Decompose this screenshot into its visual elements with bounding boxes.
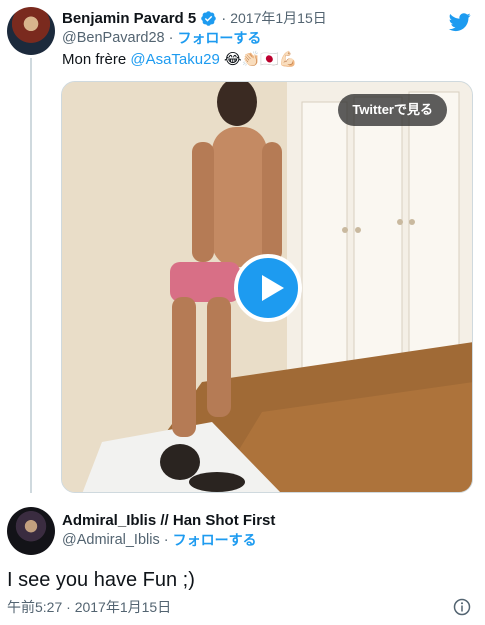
twitter-bird-icon[interactable] — [448, 11, 472, 33]
display-name[interactable]: Benjamin Pavard 5 — [62, 10, 196, 27]
reply-handle[interactable]: @Admiral_Iblis — [62, 532, 160, 548]
follow-button[interactable]: フォローする — [177, 28, 261, 48]
tweet-text: Mon frère — [62, 51, 131, 68]
tweet-timestamp[interactable]: 2017年1月15日 — [230, 8, 327, 28]
reply-avatar[interactable] — [7, 507, 55, 555]
video-media[interactable]: Twitterで見る — [61, 81, 473, 493]
tweet-header: Benjamin Pavard 5 · 2017年1月15日 @BenPavar… — [62, 8, 445, 48]
reply-follow-button[interactable]: フォローする — [173, 530, 257, 550]
separator-dot: · — [221, 9, 227, 27]
verified-badge-icon — [201, 10, 216, 26]
handle[interactable]: @BenPavard28 — [62, 30, 165, 46]
reply-header: Admiral_Iblis // Han Shot First @Admiral… — [62, 510, 465, 550]
tweet-emojis: 😂👏🏻🇯🇵💪🏻 — [223, 51, 298, 68]
mention-link[interactable]: @AsaTaku29 — [130, 51, 219, 68]
separator-dot: · — [168, 30, 174, 46]
watch-on-twitter-button[interactable]: Twitterで見る — [338, 94, 447, 126]
reply-text: I see you have Fun ;) — [7, 569, 195, 591]
avatar[interactable] — [7, 7, 55, 55]
tweet-body: Mon frère @AsaTaku29 😂👏🏻🇯🇵💪🏻 — [62, 50, 298, 70]
info-icon[interactable] — [453, 598, 471, 616]
thread-connector-line — [30, 58, 32, 493]
reply-display-name[interactable]: Admiral_Iblis // Han Shot First — [62, 512, 275, 529]
separator-dot: · — [163, 532, 169, 548]
play-icon[interactable] — [234, 254, 302, 322]
reply-timestamp[interactable]: 午前5:27 · 2017年1月15日 — [7, 597, 171, 617]
